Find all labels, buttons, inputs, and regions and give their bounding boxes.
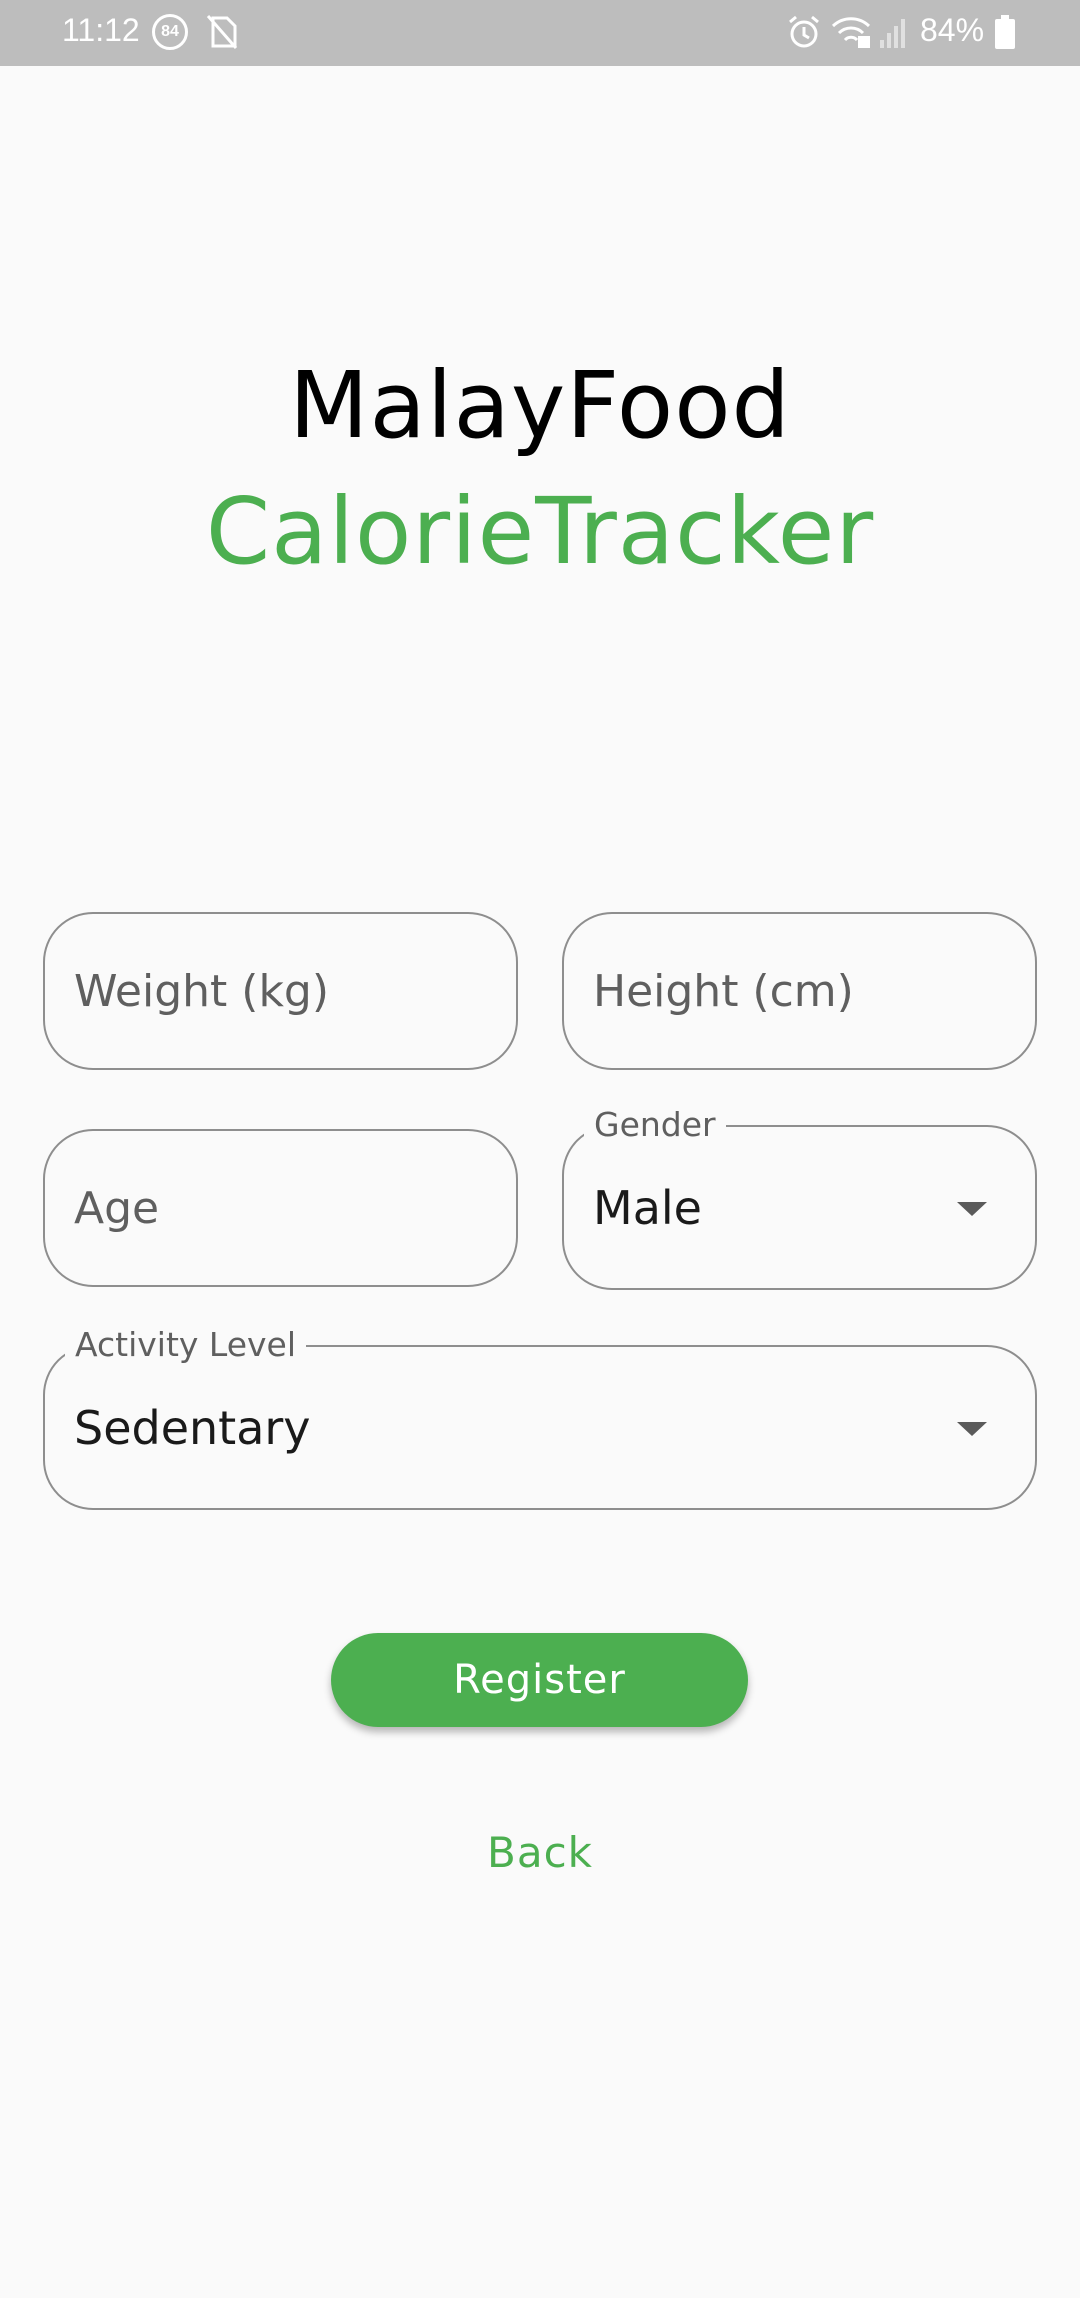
no-sim-icon <box>205 14 239 55</box>
alarm-icon <box>786 14 822 55</box>
app-title-line1: MalayFood <box>289 352 791 459</box>
height-input[interactable]: Height (cm) <box>562 912 1037 1070</box>
weight-input[interactable]: Weight (kg) <box>43 912 518 1070</box>
status-bar: 11:12 84 84% <box>0 0 1080 66</box>
activity-level-dropdown[interactable]: Activity Level Sedentary <box>43 1325 1037 1510</box>
wifi-icon <box>830 14 872 55</box>
height-placeholder: Height (cm) <box>593 965 854 1017</box>
activity-level-value: Sedentary <box>74 1400 311 1455</box>
gender-value: Male <box>593 1180 702 1235</box>
register-button[interactable]: Register <box>331 1633 748 1727</box>
back-button[interactable]: Back <box>0 1828 1080 1877</box>
dropdown-arrow-icon <box>957 1421 987 1436</box>
weight-placeholder: Weight (kg) <box>74 965 330 1017</box>
notification-badge: 84 <box>152 14 188 50</box>
age-placeholder: Age <box>74 1182 160 1234</box>
battery-percent: 84% <box>920 12 985 48</box>
app-title-line2: CalorieTracker <box>205 478 875 585</box>
status-time: 11:12 <box>62 12 140 48</box>
age-input[interactable]: Age <box>43 1129 518 1287</box>
dropdown-arrow-icon <box>957 1201 987 1216</box>
battery-icon <box>994 14 1016 55</box>
gender-dropdown[interactable]: Gender Male <box>562 1105 1037 1290</box>
signal-icon <box>878 14 912 55</box>
